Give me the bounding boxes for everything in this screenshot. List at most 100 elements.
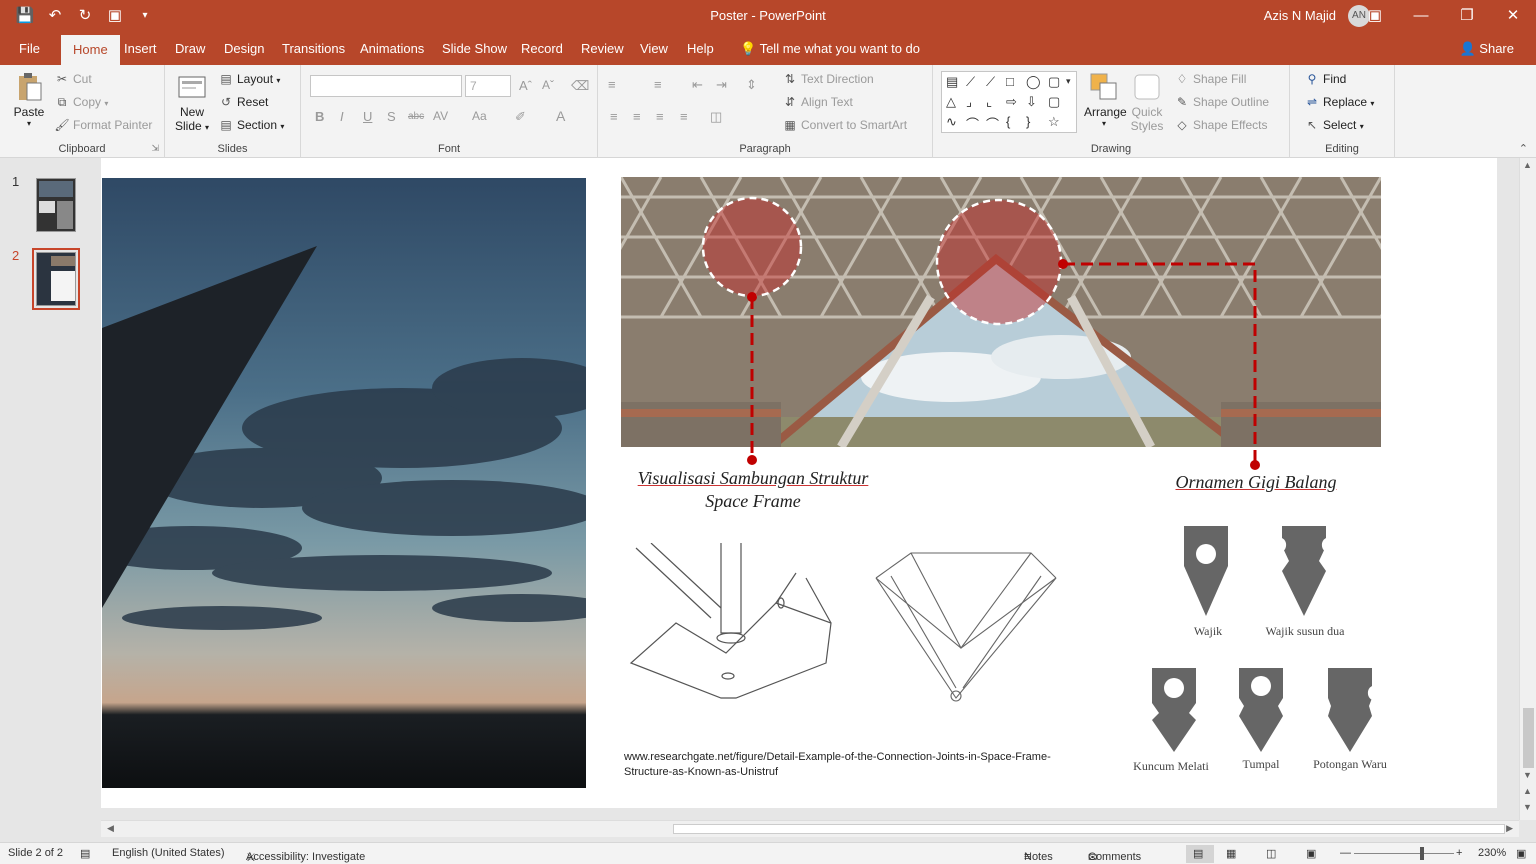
textbox-shape-icon[interactable]: ▤ (946, 74, 958, 90)
rectangle-shape-icon[interactable]: □ (1006, 74, 1014, 89)
align-right-icon[interactable]: ≡ (656, 109, 664, 124)
tell-me-search[interactable]: 💡 Tell me what you want to do (740, 41, 920, 57)
layout-button[interactable]: ▤ Layout ▾ (218, 72, 280, 86)
underline-icon[interactable]: U (363, 109, 372, 124)
leader-line-ornament[interactable] (1063, 262, 1257, 465)
curve-shape-icon[interactable]: ⌒ (986, 114, 999, 133)
slide-sorter-icon[interactable]: ▦ (1226, 847, 1236, 860)
ornament-wajik-shape[interactable] (1181, 526, 1231, 618)
tab-review[interactable]: Review (581, 41, 624, 56)
zoom-in-icon[interactable]: + (1456, 847, 1462, 859)
numbering-icon[interactable]: ≡ (654, 77, 662, 92)
quick-styles-button[interactable]: Quick Styles (1129, 71, 1165, 133)
slide-thumbnail-1[interactable] (36, 178, 76, 232)
scroll-up-icon[interactable]: ▲ (1523, 160, 1532, 170)
section-button[interactable]: ▤ Section ▾ (218, 118, 284, 132)
right-arrow-shape-icon[interactable]: ⇨ (1006, 94, 1017, 110)
decrease-font-icon[interactable]: Aˇ (542, 78, 554, 92)
down-arrow-shape-icon[interactable]: ⇩ (1026, 94, 1037, 110)
shape-fill-button[interactable]: ♢ Shape Fill (1174, 72, 1247, 86)
ornament-wajik-susun-dua-shape[interactable] (1279, 526, 1329, 618)
font-name-combo[interactable] (310, 75, 462, 97)
collapse-ribbon-icon[interactable]: ⌃ (1519, 142, 1528, 155)
strikethrough-icon[interactable]: abc (408, 111, 424, 122)
ornament-kuncum-melati-shape[interactable] (1149, 668, 1199, 754)
scroll-down-icon[interactable]: ▼ (1523, 770, 1532, 780)
user-name[interactable]: Azis N Majid (1264, 8, 1336, 23)
horizontal-scroll-thumb[interactable] (673, 824, 1505, 834)
dialog-launcher-icon[interactable]: ⇲ (151, 143, 159, 154)
minimize-icon[interactable]: — (1398, 0, 1444, 33)
tab-view[interactable]: View (640, 41, 668, 56)
arrange-button[interactable]: Arrange ▾ (1084, 71, 1127, 128)
justify-icon[interactable]: ≡ (680, 109, 688, 124)
tab-insert[interactable]: Insert (124, 41, 157, 56)
caption-ornamen[interactable]: Ornamen Gigi Balang (1161, 472, 1351, 493)
shapes-gallery[interactable]: ▤ ⟋ ⟋ □ ◯ ▢ △ ⌟ ⌞ ⇨ ⇩ ▢ ∿ ⌒ ⌒ { } ☆ ▾ (941, 71, 1077, 133)
tab-transitions[interactable]: Transitions (282, 41, 345, 56)
highlight-circle-ornament[interactable] (935, 198, 1063, 326)
next-slide-icon[interactable]: ▼ (1523, 802, 1532, 812)
reset-button[interactable]: ↺ Reset (218, 95, 268, 109)
highlight-circle-joint[interactable] (701, 196, 803, 298)
gallery-more-icon[interactable]: ▾ (1066, 76, 1071, 87)
ornament-tumpal-shape[interactable] (1236, 668, 1286, 754)
brace-left-shape-icon[interactable]: { (1006, 114, 1010, 129)
bullets-icon[interactable]: ≡ (608, 77, 616, 92)
font-size-combo[interactable]: 7 (465, 75, 511, 97)
clear-formatting-icon[interactable]: ⌫ (571, 78, 589, 94)
brace-right-shape-icon[interactable]: } (1026, 114, 1030, 129)
convert-smartart-button[interactable]: ▦ Convert to SmartArt (782, 118, 907, 132)
star-shape-icon[interactable]: ☆ (1048, 114, 1060, 130)
shape-effects-button[interactable]: ◇ Shape Effects (1174, 118, 1267, 132)
decrease-indent-icon[interactable]: ⇤ (692, 77, 703, 93)
text-direction-button[interactable]: ⇅ Text Direction (782, 72, 874, 86)
share-button[interactable]: 👤 Share (1459, 41, 1514, 57)
sunset-photo[interactable] (102, 178, 586, 788)
previous-slide-icon[interactable]: ▲ (1523, 786, 1532, 796)
copy-button[interactable]: ⧉ Copy ▾ (54, 95, 109, 110)
triangle-shape-icon[interactable]: △ (946, 94, 956, 110)
vertical-scroll-thumb[interactable] (1523, 708, 1534, 768)
slide-thumbnail-2[interactable] (32, 248, 80, 310)
slide[interactable]: Visualisasi Sambungan Struktur Space Fra… (101, 158, 1497, 808)
tab-record[interactable]: Record (521, 41, 563, 56)
joint-drawing-1[interactable] (626, 543, 838, 703)
connector-shape-icon[interactable]: ⌟ (966, 94, 972, 110)
arc-shape-icon[interactable]: ⌒ (966, 114, 979, 133)
cut-button[interactable]: ✂ Cut (54, 72, 92, 86)
scroll-right-icon[interactable]: ▶ (1506, 823, 1513, 834)
paste-button[interactable]: Paste ▾ (12, 71, 46, 128)
tab-animations[interactable]: Animations (360, 41, 424, 56)
line-spacing-icon[interactable]: ⇕ (746, 77, 757, 93)
bold-icon[interactable]: B (315, 109, 324, 124)
vertical-scrollbar[interactable]: ▲ ▼ ▲ ▼ (1519, 158, 1536, 820)
ribbon-display-icon[interactable]: ▣ (1352, 0, 1398, 33)
align-left-icon[interactable]: ≡ (610, 109, 618, 124)
spelling-icon[interactable]: ▤ (80, 847, 90, 860)
increase-font-icon[interactable]: Aˆ (519, 78, 532, 93)
char-spacing-icon[interactable]: AV (433, 109, 448, 123)
zoom-slider-track[interactable] (1354, 853, 1454, 854)
tab-home[interactable]: Home (61, 35, 120, 65)
freeform-shape-icon[interactable]: ∿ (946, 114, 957, 130)
callout-shape-icon[interactable]: ▢ (1048, 94, 1060, 110)
change-case-icon[interactable]: Aa (472, 109, 487, 123)
replace-button[interactable]: ⇌ Replace ▾ (1304, 95, 1374, 109)
zoom-out-icon[interactable]: — (1340, 847, 1351, 859)
increase-indent-icon[interactable]: ⇥ (716, 77, 727, 93)
font-color-icon[interactable]: A (556, 108, 565, 124)
ornament-potongan-waru-shape[interactable] (1325, 668, 1375, 754)
align-text-button[interactable]: ⇵ Align Text (782, 95, 853, 109)
select-button[interactable]: ↖ Select ▾ (1304, 118, 1364, 132)
tab-help[interactable]: Help (687, 41, 714, 56)
new-slide-button[interactable]: New Slide ▾ (175, 71, 209, 133)
fit-to-window-icon[interactable]: ▣ (1516, 847, 1526, 860)
shadow-icon[interactable]: S (387, 109, 396, 124)
arrow-line-shape-icon[interactable]: ⟋ (986, 74, 995, 90)
caption-struktur[interactable]: Visualisasi Sambungan Struktur Space Fra… (623, 467, 883, 513)
italic-icon[interactable]: I (340, 109, 344, 124)
joint-drawing-2[interactable] (871, 548, 1061, 703)
tab-file[interactable]: File (19, 41, 40, 56)
tab-slide-show[interactable]: Slide Show (442, 41, 507, 56)
